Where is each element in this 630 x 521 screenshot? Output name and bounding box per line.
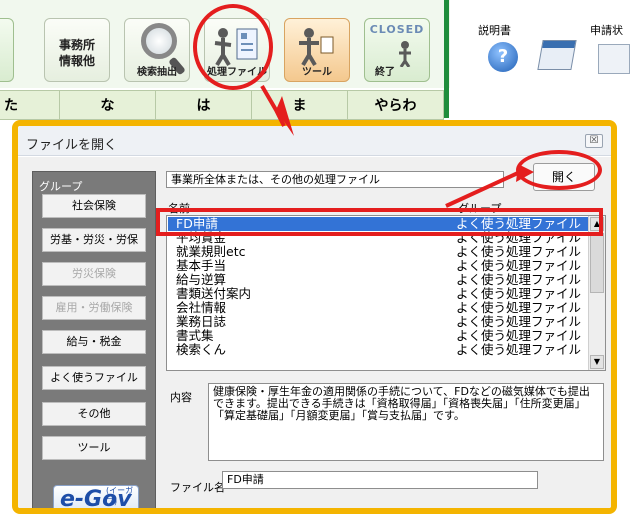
tool-button[interactable]: ツール bbox=[284, 18, 350, 82]
dialog-title: ファイルを開く bbox=[26, 138, 118, 153]
category-field: 事業所全体または、その他の処理ファイル bbox=[166, 171, 504, 188]
content-description: 健康保険・厚生年金の適用関係の手続について、FDなどの磁気媒体でも提出できます。… bbox=[208, 383, 604, 461]
scroll-down-icon[interactable]: ▼ bbox=[590, 355, 604, 369]
group-button-other[interactable]: その他 bbox=[42, 402, 146, 426]
help-icon[interactable]: ? bbox=[488, 42, 518, 72]
search-extract-label: 検索抽出 bbox=[137, 67, 177, 78]
filename-input[interactable]: FD申請 bbox=[222, 471, 538, 489]
kana-index-row: た な は ま やらわ bbox=[0, 90, 444, 120]
search-extract-button[interactable]: 検索抽出 bbox=[124, 18, 190, 82]
ribbon-divider bbox=[444, 0, 449, 118]
file-list[interactable]: FD申請 よく使う処理ファイル 平均賃金 よく使う処理ファイル 就業規則etc よく使… bbox=[166, 215, 606, 371]
file-row[interactable]: 書式集 よく使う処理ファイル bbox=[168, 329, 588, 343]
file-row[interactable]: 業務日誌 よく使う処理ファイル bbox=[168, 315, 588, 329]
closed-label: CLOSED bbox=[369, 23, 425, 36]
filename-label: ファイル名 bbox=[170, 481, 225, 494]
kana-tab[interactable]: は bbox=[156, 91, 252, 119]
jimusho-info-label: 事務所 情報他 bbox=[58, 38, 95, 68]
file-row[interactable]: 就業規則etc よく使う処理ファイル bbox=[168, 245, 588, 259]
kana-tab[interactable]: ま bbox=[252, 91, 348, 119]
file-list-scrollbar[interactable]: ▲ ▼ bbox=[588, 216, 605, 370]
dialog-titlebar: ファイルを開く ☒ bbox=[18, 126, 611, 156]
closed-exit-button[interactable]: CLOSED 終了 bbox=[364, 18, 430, 82]
file-row[interactable]: 基本手当 よく使う処理ファイル bbox=[168, 259, 588, 273]
toolbar-partial-button[interactable] bbox=[0, 18, 14, 82]
exit-label: 終了 bbox=[375, 67, 395, 78]
help-manual-label: 説明書 bbox=[478, 24, 511, 37]
tool-label: ツール bbox=[302, 67, 332, 78]
annotation-circle-open-button bbox=[516, 150, 602, 190]
file-row[interactable]: 会社情報 よく使う処理ファイル bbox=[168, 301, 588, 315]
egov-logo-button[interactable]: e-Gov (イーガブ) bbox=[53, 485, 139, 508]
group-button-koyo-rodo-hoken: 雇用・労働保険 bbox=[42, 296, 146, 320]
group-button-frequent-files[interactable]: よく使うファイル bbox=[42, 366, 146, 390]
group-label: グループ bbox=[39, 180, 83, 193]
kana-tab[interactable]: た bbox=[0, 91, 60, 119]
file-row[interactable]: 書類送付案内 よく使う処理ファイル bbox=[168, 287, 588, 301]
calendar-icon[interactable] bbox=[537, 40, 577, 70]
egov-ruby: (イーガブ) bbox=[106, 486, 134, 506]
group-button-shakai-hoken[interactable]: 社会保険 bbox=[42, 194, 146, 218]
close-icon[interactable]: ☒ bbox=[585, 134, 603, 148]
annotation-box-selected-row bbox=[156, 208, 603, 236]
magnifier-icon bbox=[141, 23, 177, 59]
file-row[interactable]: 検索くん よく使う処理ファイル bbox=[168, 343, 588, 357]
group-button-kyuyo-zeikin[interactable]: 給与・税金 bbox=[42, 330, 146, 354]
jimusho-info-button[interactable]: 事務所 情報他 bbox=[44, 18, 110, 82]
file-row[interactable]: 給与逆算 よく使う処理ファイル bbox=[168, 273, 588, 287]
group-panel: グループ 社会保険 労基・労災・労保 労災保険 雇用・労働保険 給与・税金 よく… bbox=[32, 171, 156, 508]
content-label: 内容 bbox=[170, 391, 192, 404]
group-button-tools[interactable]: ツール bbox=[42, 436, 146, 460]
application-status-icon[interactable] bbox=[598, 44, 630, 74]
annotation-circle-process-file bbox=[193, 4, 273, 90]
application-status-label: 申請状 bbox=[590, 24, 623, 37]
group-button-roki-rosai-roho[interactable]: 労基・労災・労保 bbox=[42, 228, 146, 252]
kana-tab[interactable]: やらわ bbox=[348, 91, 444, 119]
group-button-rosai-hoken: 労災保険 bbox=[42, 262, 146, 286]
scroll-thumb[interactable] bbox=[590, 233, 604, 293]
kana-tab[interactable]: な bbox=[60, 91, 156, 119]
